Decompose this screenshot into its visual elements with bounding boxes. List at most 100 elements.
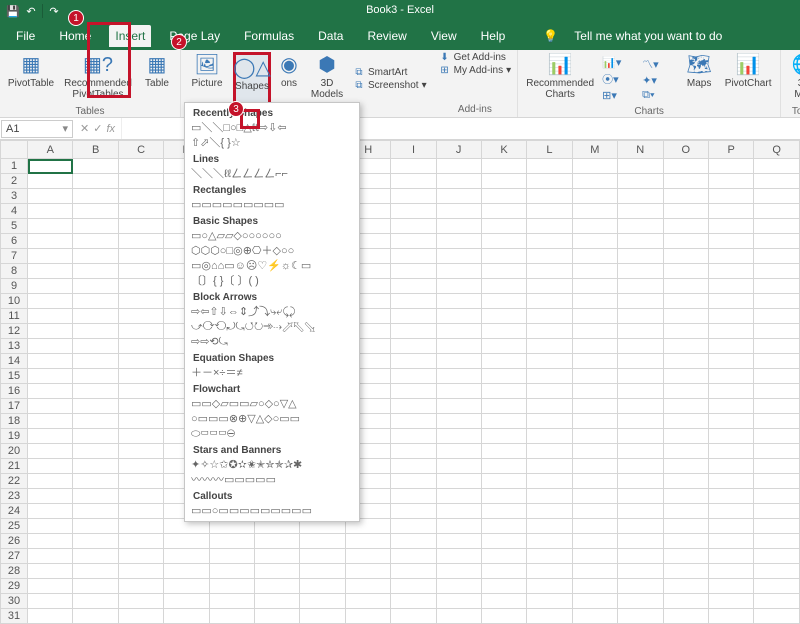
cell-N8[interactable] [618, 264, 663, 279]
column-header-B[interactable]: B [73, 141, 118, 159]
cell-P27[interactable] [708, 549, 753, 564]
cell-K25[interactable] [481, 519, 526, 534]
cell-L5[interactable] [527, 219, 572, 234]
cell-C23[interactable] [118, 489, 163, 504]
shapes-flow-r1[interactable]: ▭▭◇▱▭▭▱○◇○▽△ [187, 397, 357, 412]
icons-button[interactable]: ◉ons [277, 52, 301, 106]
get-addins-button[interactable]: ⬇Get Add-ins [439, 52, 512, 63]
cell-C1[interactable] [118, 159, 163, 174]
cell-C13[interactable] [118, 339, 163, 354]
cell-C2[interactable] [118, 174, 163, 189]
cell-K15[interactable] [481, 369, 526, 384]
shapes-stars-r2[interactable]: 〰〰〰▭▭▭▭▭ [187, 473, 357, 488]
cell-O8[interactable] [663, 264, 708, 279]
cell-L24[interactable] [527, 504, 572, 519]
cell-G30[interactable] [300, 594, 345, 609]
row-header-4[interactable]: 4 [1, 204, 28, 219]
cell-C3[interactable] [118, 189, 163, 204]
cell-J6[interactable] [436, 234, 481, 249]
cell-A3[interactable] [28, 189, 73, 204]
cell-P19[interactable] [708, 429, 753, 444]
cell-I16[interactable] [391, 384, 436, 399]
cell-O17[interactable] [663, 399, 708, 414]
cell-A26[interactable] [28, 534, 73, 549]
cell-B15[interactable] [73, 369, 118, 384]
cell-K11[interactable] [481, 309, 526, 324]
cell-H29[interactable] [345, 579, 390, 594]
cell-A28[interactable] [28, 564, 73, 579]
cell-C29[interactable] [118, 579, 163, 594]
cell-I4[interactable] [391, 204, 436, 219]
cell-C24[interactable] [118, 504, 163, 519]
cell-I27[interactable] [391, 549, 436, 564]
cell-C14[interactable] [118, 354, 163, 369]
cell-Q11[interactable] [754, 309, 800, 324]
cell-P18[interactable] [708, 414, 753, 429]
cell-E30[interactable] [209, 594, 254, 609]
cell-N12[interactable] [618, 324, 663, 339]
cell-C21[interactable] [118, 459, 163, 474]
cell-P15[interactable] [708, 369, 753, 384]
cell-B31[interactable] [73, 609, 118, 624]
cell-O15[interactable] [663, 369, 708, 384]
cell-F27[interactable] [255, 549, 300, 564]
cell-K30[interactable] [481, 594, 526, 609]
row-header-12[interactable]: 12 [1, 324, 28, 339]
cell-J29[interactable] [436, 579, 481, 594]
cell-N29[interactable] [618, 579, 663, 594]
cell-C4[interactable] [118, 204, 163, 219]
tab-view[interactable]: View [425, 25, 463, 47]
cell-H28[interactable] [345, 564, 390, 579]
cell-M26[interactable] [572, 534, 618, 549]
cell-A11[interactable] [28, 309, 73, 324]
cell-N24[interactable] [618, 504, 663, 519]
cell-K19[interactable] [481, 429, 526, 444]
row-header-22[interactable]: 22 [1, 474, 28, 489]
cell-N2[interactable] [618, 174, 663, 189]
cell-J25[interactable] [436, 519, 481, 534]
cell-D26[interactable] [164, 534, 209, 549]
cell-A17[interactable] [28, 399, 73, 414]
cell-Q28[interactable] [754, 564, 800, 579]
cell-J21[interactable] [436, 459, 481, 474]
cell-P6[interactable] [708, 234, 753, 249]
cell-K20[interactable] [481, 444, 526, 459]
cell-A1[interactable] [28, 159, 73, 174]
cell-Q5[interactable] [754, 219, 800, 234]
undo-icon[interactable]: ↶ [24, 4, 38, 18]
cell-Q20[interactable] [754, 444, 800, 459]
cell-M28[interactable] [572, 564, 618, 579]
row-header-25[interactable]: 25 [1, 519, 28, 534]
cell-L14[interactable] [527, 354, 572, 369]
cell-K18[interactable] [481, 414, 526, 429]
cell-P1[interactable] [708, 159, 753, 174]
cell-M3[interactable] [572, 189, 618, 204]
cell-O12[interactable] [663, 324, 708, 339]
row-header-6[interactable]: 6 [1, 234, 28, 249]
cell-O14[interactable] [663, 354, 708, 369]
table-button[interactable]: ▦Table [140, 52, 174, 106]
my-addins-button[interactable]: ⊞My Add-ins ▾ [439, 65, 512, 76]
cell-F31[interactable] [255, 609, 300, 624]
column-header-N[interactable]: N [618, 141, 663, 159]
cell-P13[interactable] [708, 339, 753, 354]
cell-J30[interactable] [436, 594, 481, 609]
cell-J9[interactable] [436, 279, 481, 294]
cell-N23[interactable] [618, 489, 663, 504]
confirm-icon[interactable]: ✓ [93, 122, 102, 135]
cell-M9[interactable] [572, 279, 618, 294]
cell-C6[interactable] [118, 234, 163, 249]
cell-Q2[interactable] [754, 174, 800, 189]
cell-A2[interactable] [28, 174, 73, 189]
cell-E26[interactable] [209, 534, 254, 549]
cell-B9[interactable] [73, 279, 118, 294]
cell-K22[interactable] [481, 474, 526, 489]
cell-A9[interactable] [28, 279, 73, 294]
column-header-K[interactable]: K [481, 141, 526, 159]
cell-K26[interactable] [481, 534, 526, 549]
cell-J20[interactable] [436, 444, 481, 459]
row-header-21[interactable]: 21 [1, 459, 28, 474]
cell-B19[interactable] [73, 429, 118, 444]
cell-G27[interactable] [300, 549, 345, 564]
cell-C30[interactable] [118, 594, 163, 609]
